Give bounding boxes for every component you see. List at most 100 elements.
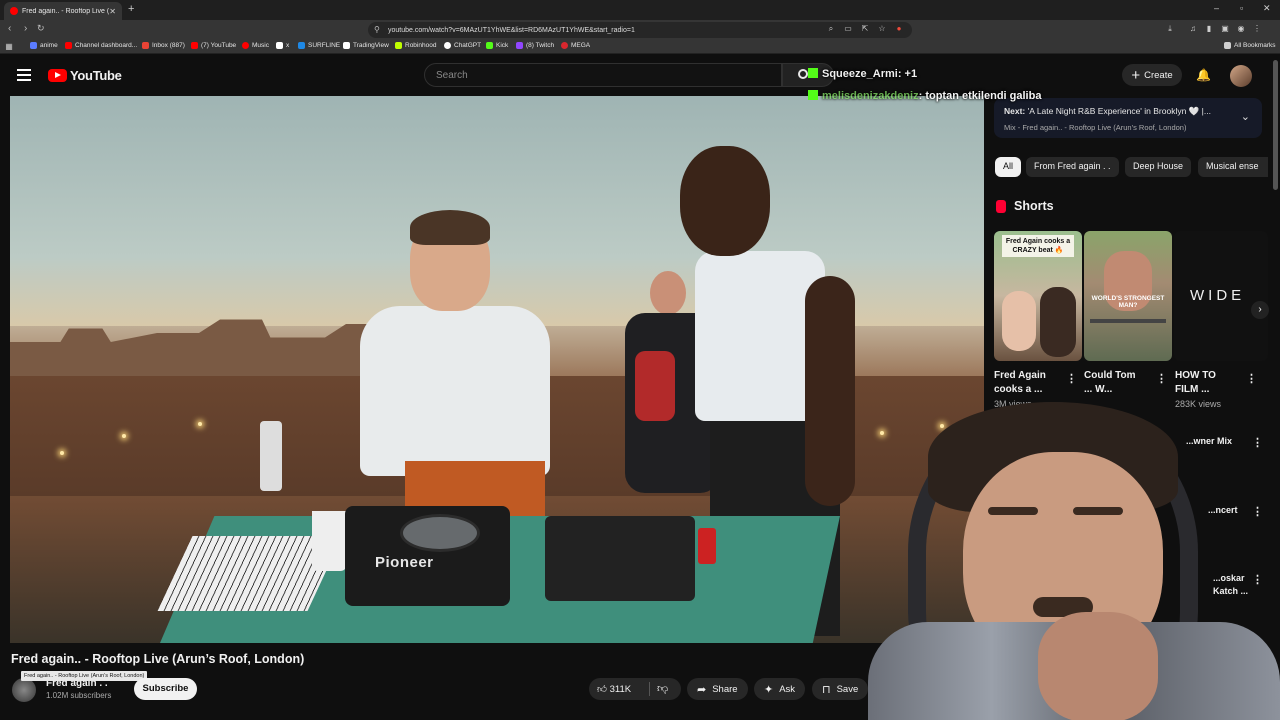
browser-tab-active[interactable]: Fred again.. - Rooftop Live (A ✕ — [4, 2, 122, 20]
video-cdj: Pioneer — [345, 506, 510, 606]
bookmark-music[interactable]: Music — [242, 42, 269, 49]
bookmark-favicon-icon — [395, 42, 402, 49]
shorts-icon — [996, 199, 1006, 213]
bookmark-robinhood[interactable]: Robinhood — [395, 42, 436, 49]
apps-grid-icon[interactable]: ▦ — [4, 42, 14, 52]
webcam-hand — [1038, 612, 1158, 720]
bookmark-favicon-icon — [276, 42, 283, 49]
shorts-header: Shorts — [996, 199, 1054, 213]
dislike-button[interactable]: 👎︎ — [657, 682, 668, 695]
bookmark-favicon-icon — [343, 42, 350, 49]
youtube-play-icon — [48, 69, 67, 82]
bookmark-x[interactable]: x — [276, 42, 289, 49]
chip-musical-ensemble[interactable]: Musical ense — [1198, 157, 1268, 177]
media-icon[interactable]: ♫ — [1188, 24, 1198, 34]
chip-from-fred-again[interactable]: From Fred again . . — [1026, 157, 1119, 177]
page-scrollbar[interactable] — [1273, 60, 1278, 190]
bookmark-tradingview[interactable]: TradingView — [343, 42, 389, 49]
subscriber-count: 1.02M subscribers — [46, 691, 112, 700]
back-icon[interactable]: ‹ — [8, 23, 11, 34]
extension-icon[interactable]: ● — [894, 24, 904, 34]
bookmark-channel-dashboard[interactable]: Channel dashboard... — [65, 42, 137, 49]
notifications-bell-icon[interactable]: 🔔 — [1196, 68, 1211, 82]
downloads-icon[interactable]: ⤓ — [1165, 24, 1175, 34]
bookmark-anime[interactable]: anime — [30, 42, 58, 49]
kick-badge-icon — [808, 90, 818, 100]
cast-icon[interactable]: ▭ — [843, 24, 853, 34]
close-window-icon[interactable]: ✕ — [1263, 3, 1271, 14]
chip-all[interactable]: All — [995, 157, 1022, 177]
plus-icon: + — [1131, 66, 1141, 84]
restore-icon[interactable]: ▫ — [1240, 3, 1243, 13]
video-lamp — [260, 421, 282, 491]
bookmark-favicon-icon — [486, 42, 493, 49]
zoom-icon[interactable]: ⌕ — [826, 24, 836, 34]
bookmark-mega[interactable]: MEGA — [561, 42, 590, 49]
forward-icon[interactable]: › — [24, 23, 27, 34]
streamer-webcam — [868, 372, 1280, 720]
site-info-icon[interactable]: ⚲ — [374, 25, 380, 34]
video-cup — [312, 511, 346, 571]
short-thumbnail[interactable]: WORLD'S STRONGEST MAN? — [1084, 231, 1172, 361]
bookmark-favicon-icon — [516, 42, 523, 49]
short-thumb-text: WIDE — [1190, 287, 1246, 304]
shorts-next-arrow-icon[interactable]: › — [1251, 301, 1269, 319]
tab-title: Fred again.. - Rooftop Live (A — [22, 7, 110, 15]
kick-badge-icon — [808, 68, 818, 78]
chevron-down-icon[interactable]: ⌄ — [1241, 110, 1250, 123]
menu-icon[interactable]: ⋮ — [1252, 24, 1262, 34]
up-next-card[interactable]: Next: 'A Late Night R&B Experience' in B… — [994, 98, 1262, 138]
bookmark-chatgpt[interactable]: ChatGPT — [444, 42, 481, 49]
hamburger-menu-icon[interactable] — [17, 69, 31, 81]
short-thumbnail[interactable]: WIDE — [1174, 231, 1268, 361]
new-tab-icon[interactable]: + — [128, 3, 134, 15]
profile-icon[interactable]: ◉ — [1236, 24, 1246, 34]
chip-deep-house[interactable]: Deep House — [1125, 157, 1192, 177]
string-light — [122, 434, 126, 438]
like-button[interactable]: 👍︎ 311K — [597, 683, 631, 695]
bookmark-favicon-icon — [191, 42, 198, 49]
string-light — [198, 422, 202, 426]
bookmark-surfline[interactable]: SURFLINE — [298, 42, 340, 49]
bookmark-kick[interactable]: Kick — [486, 42, 508, 49]
bookmark-star-icon[interactable]: ☆ — [877, 24, 887, 34]
bookmark-favicon-icon — [298, 42, 305, 49]
all-bookmarks[interactable]: All Bookmarks — [1224, 42, 1276, 49]
thumbs-down-icon: 👎︎ — [657, 683, 669, 695]
share-button[interactable]: ➦ Share — [687, 678, 748, 700]
youtube-favicon-icon — [10, 7, 18, 15]
close-tab-icon[interactable]: ✕ — [109, 7, 116, 16]
save-button[interactable]: ⊓ Save — [812, 678, 869, 700]
account-avatar[interactable] — [1230, 65, 1252, 87]
ask-button[interactable]: ✦ Ask — [754, 678, 806, 700]
search-icon — [798, 69, 808, 79]
browser-toolbar: ‹ › ↻ ⚲ youtube.com/watch?v=6MAzUT1YhWE&… — [0, 20, 1280, 40]
bookmark-twitch[interactable]: (8) Twitch — [516, 42, 554, 49]
chat-message: Squeeze_Armi: +1 — [808, 68, 917, 80]
bookmark-youtube[interactable]: (7) YouTube — [191, 42, 236, 49]
create-button[interactable]: + Create — [1122, 64, 1182, 86]
chat-text: : +1 — [897, 68, 918, 80]
folder-icon — [1224, 42, 1231, 49]
reload-icon[interactable]: ↻ — [37, 23, 45, 34]
minimize-icon[interactable]: – — [1214, 3, 1219, 13]
video-title: Fred again.. - Rooftop Live (Arun’s Roof… — [11, 652, 305, 666]
share-page-icon[interactable]: ⇱ — [860, 24, 870, 34]
short-thumb-text: Fred Again cooks a CRAZY beat 🔥 — [1002, 235, 1074, 257]
search-input[interactable]: Search — [424, 63, 782, 87]
channel-avatar[interactable] — [12, 678, 36, 702]
share-icon: ➦ — [697, 683, 707, 696]
like-count: 311K — [609, 684, 632, 695]
sidepanel-icon[interactable]: ▮ — [1204, 24, 1214, 34]
youtube-logo[interactable]: YouTube — [48, 68, 122, 83]
extensions-icon[interactable]: ▣ — [1220, 24, 1230, 34]
like-dislike-group: 👍︎ 311K 👎︎ — [589, 678, 681, 700]
subscribe-button[interactable]: Subscribe — [134, 678, 197, 700]
bookmark-inbox[interactable]: Inbox (887) — [142, 42, 185, 49]
short-thumbnail[interactable]: Fred Again cooks a CRAZY beat 🔥 — [994, 231, 1082, 361]
bookmark-favicon-icon — [444, 42, 451, 49]
bookmark-favicon-icon — [142, 42, 149, 49]
url-text: youtube.com/watch?v=6MAzUT1YhWE&list=RD6… — [388, 26, 635, 34]
video-player[interactable]: Pioneer — [10, 96, 984, 643]
up-next-title: 'A Late Night R&B Experience' in Brookly… — [1027, 106, 1211, 116]
